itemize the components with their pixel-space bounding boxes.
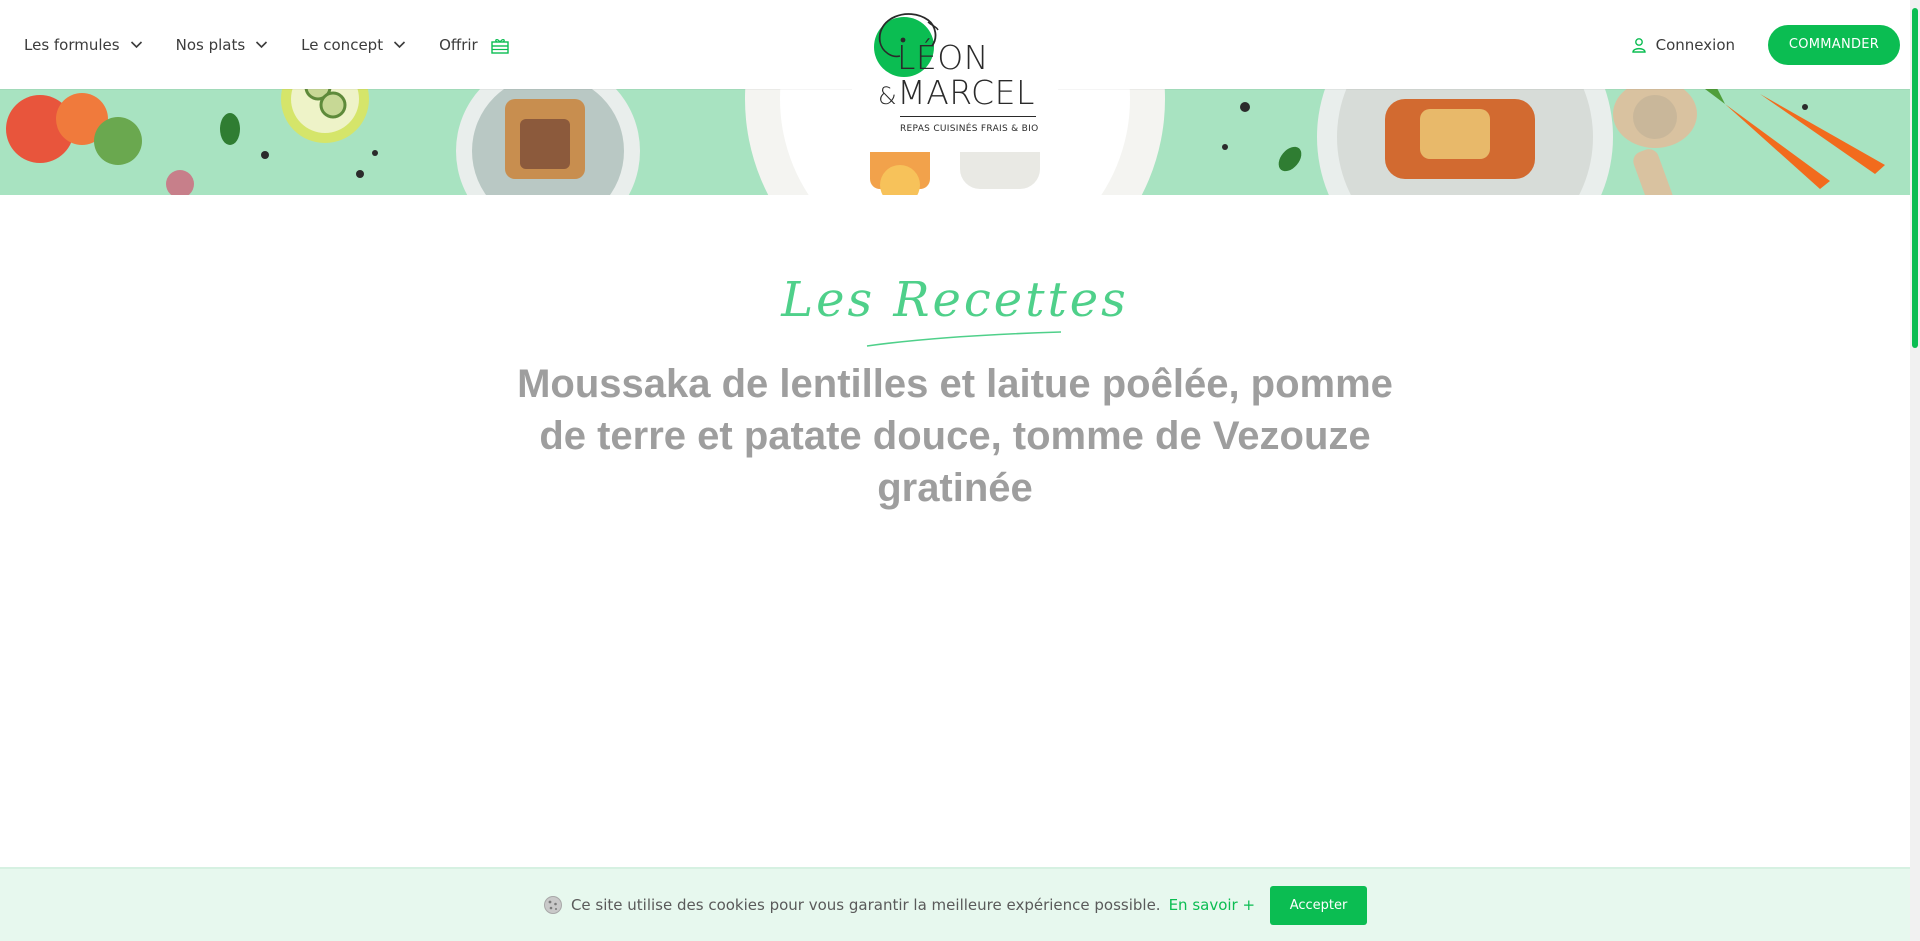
login-link[interactable]: Connexion — [1631, 36, 1735, 54]
logo-wordmark: LÉON &MARCEL — [878, 38, 1034, 110]
nav-item-concept[interactable]: Le concept — [301, 36, 406, 54]
logo-ampersand: & — [878, 82, 898, 110]
cookie-icon — [543, 895, 563, 915]
nav-item-plats[interactable]: Nos plats — [176, 36, 269, 54]
main-nav: Les formules Nos plats Le concept Offrir — [24, 0, 543, 89]
scrollbar-thumb[interactable] — [1912, 8, 1918, 348]
logo-line2: MARCEL — [897, 73, 1035, 112]
user-icon — [1631, 37, 1647, 53]
chevron-down-icon — [393, 38, 406, 51]
nav-item-label: Les formules — [24, 35, 120, 54]
cookie-learn-more-link[interactable]: En savoir + — [1169, 896, 1255, 914]
nav-item-label: Offrir — [439, 35, 478, 54]
chevron-down-icon — [255, 38, 268, 51]
login-label: Connexion — [1655, 35, 1735, 54]
script-underline — [866, 331, 1062, 347]
page-scrollbar[interactable] — [1910, 0, 1920, 941]
nav-item-label: Nos plats — [175, 35, 246, 54]
nav-item-formules[interactable]: Les formules — [24, 36, 143, 54]
logo-divider — [900, 116, 1036, 117]
site-logo[interactable]: LÉON &MARCEL REPAS CUISINÉS FRAIS & BIO — [852, 0, 1058, 152]
cookie-banner: Ce site utilise des cookies pour vous ga… — [0, 867, 1910, 941]
cookie-accept-button[interactable]: Accepter — [1270, 885, 1368, 925]
nav-item-offrir[interactable]: Offrir — [439, 35, 510, 55]
cookie-message: Ce site utilise des cookies pour vous ga… — [570, 896, 1161, 914]
account-nav: Connexion COMMANDER — [1631, 0, 1900, 89]
recipe-title: Moussaka de lentilles et laitue poêlée, … — [517, 362, 1393, 510]
gift-icon — [490, 35, 510, 55]
chevron-down-icon — [130, 38, 143, 51]
logo-line1: LÉON — [897, 38, 989, 77]
order-button[interactable]: COMMANDER — [1768, 24, 1900, 65]
nav-item-label: Le concept — [301, 35, 384, 54]
logo-tagline: REPAS CUISINÉS FRAIS & BIO — [900, 124, 1039, 134]
section-script-title: Les Recettes — [781, 272, 1129, 328]
